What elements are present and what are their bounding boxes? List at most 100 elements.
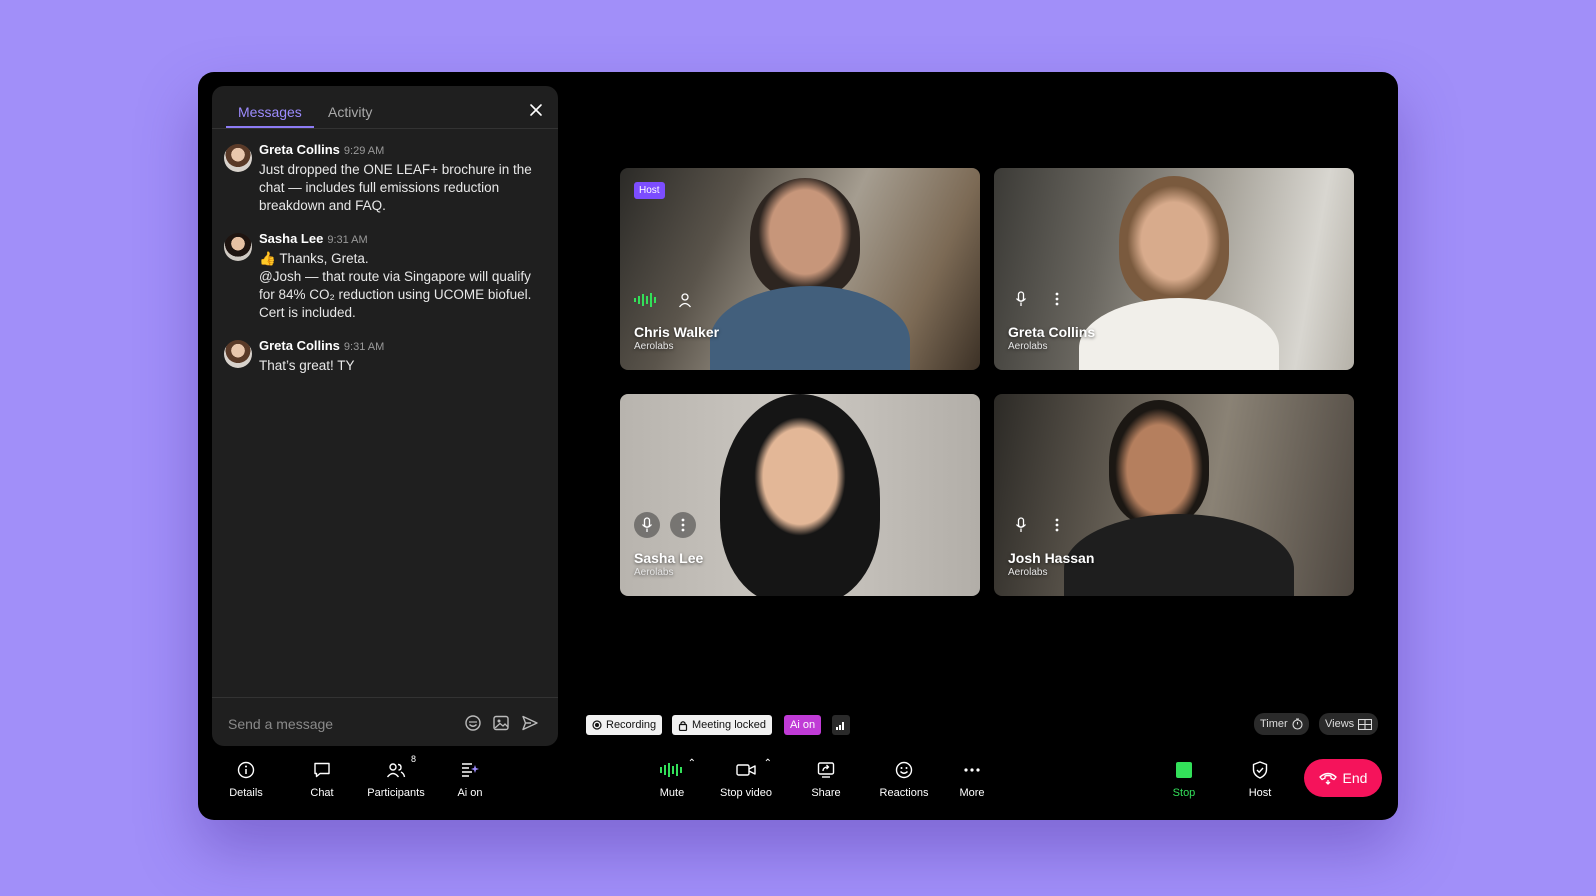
- chat-icon: [314, 762, 330, 778]
- more-vertical-icon: [1055, 292, 1059, 306]
- host-button[interactable]: Host: [1240, 760, 1280, 799]
- close-icon[interactable]: [528, 102, 544, 118]
- mic-button[interactable]: [1008, 512, 1034, 538]
- recording-label: Recording: [606, 719, 657, 731]
- active-tab-indicator: [226, 126, 314, 128]
- ai-icon: [462, 763, 479, 777]
- mic-button[interactable]: [634, 512, 660, 538]
- image-icon[interactable]: [492, 714, 510, 732]
- user-icon[interactable]: [678, 292, 692, 308]
- participants-button[interactable]: 8 Participants: [364, 754, 428, 799]
- message-time: 9:31 AM: [327, 234, 368, 246]
- participant-name: Josh Hassan: [1008, 550, 1095, 566]
- stop-label: Stop: [1172, 787, 1196, 799]
- stop-video-button[interactable]: ⌃ Stop video: [714, 758, 778, 799]
- avatar: [224, 340, 252, 368]
- participant-org: Aerolabs: [1008, 567, 1048, 578]
- more-options-button[interactable]: [670, 512, 696, 538]
- mute-label: Mute: [659, 787, 685, 799]
- tab-activity[interactable]: Activity: [328, 104, 372, 120]
- more-vertical-icon: [681, 518, 685, 532]
- signal-icon: [836, 722, 844, 730]
- ai-label: Ai on: [457, 787, 483, 799]
- participants-count: 8: [410, 754, 416, 764]
- reactions-button[interactable]: Reactions: [876, 760, 932, 799]
- audio-level-icon: [634, 293, 656, 307]
- avatar: [224, 233, 252, 261]
- participants-label: Participants: [367, 787, 425, 799]
- connection-button[interactable]: [832, 715, 850, 735]
- details-label: Details: [229, 787, 263, 799]
- tab-messages[interactable]: Messages: [238, 104, 302, 120]
- lock-icon: [678, 720, 688, 731]
- avatar: [224, 144, 252, 172]
- more-options-button[interactable]: [1044, 512, 1070, 538]
- message-time: 9:31 AM: [343, 341, 385, 353]
- record-icon: [592, 720, 602, 730]
- share-screen-icon: [817, 762, 835, 778]
- audio-level-icon: [660, 763, 682, 777]
- chevron-up-icon[interactable]: ⌃: [688, 758, 696, 769]
- reactions-label: Reactions: [879, 787, 929, 799]
- stop-icon: [1176, 762, 1192, 778]
- video-icon: [736, 764, 756, 776]
- message-text: That’s great! TY: [259, 358, 355, 373]
- mute-button[interactable]: ⌃ Mute: [652, 758, 696, 799]
- participant-org: Aerolabs: [634, 341, 674, 352]
- message-composer: [212, 697, 558, 746]
- locked-label: Meeting locked: [692, 719, 766, 731]
- send-icon[interactable]: [521, 714, 539, 732]
- message-input[interactable]: [226, 712, 450, 736]
- meeting-locked-status: Meeting locked: [672, 715, 772, 735]
- more-label: More: [959, 787, 985, 799]
- stopwatch-icon: [1292, 718, 1303, 730]
- phone-hangup-icon: [1318, 772, 1337, 785]
- more-options-button[interactable]: [1044, 286, 1070, 312]
- recording-status: Recording: [586, 715, 663, 735]
- info-icon: [237, 761, 255, 779]
- stop-recording-button[interactable]: Stop: [1164, 760, 1204, 799]
- shield-icon: [1252, 761, 1268, 779]
- message-text: Just dropped the ONE LEAF+ brochure in t…: [259, 162, 532, 213]
- participant-org: Aerolabs: [1008, 341, 1048, 352]
- participant-org: Aerolabs: [634, 567, 674, 578]
- message-author: Sasha Lee: [259, 231, 324, 246]
- smile-icon: [895, 761, 913, 779]
- stop-video-label: Stop video: [720, 787, 772, 799]
- video-tile-sasha-lee[interactable]: Sasha Lee Aerolabs: [620, 394, 980, 596]
- timer-button[interactable]: Timer: [1254, 713, 1309, 735]
- more-button[interactable]: More: [952, 760, 992, 799]
- share-label: Share: [811, 787, 841, 799]
- views-button[interactable]: Views: [1319, 713, 1379, 735]
- end-call-button[interactable]: End: [1304, 759, 1382, 797]
- video-tile-josh-hassan[interactable]: Josh Hassan Aerolabs: [994, 394, 1354, 596]
- mic-icon: [641, 517, 653, 532]
- participants-icon: [386, 763, 406, 778]
- ai-status: Ai on: [784, 715, 822, 735]
- mic-button[interactable]: [1008, 286, 1034, 312]
- share-button[interactable]: Share: [806, 760, 846, 799]
- video-tile-chris-walker[interactable]: Host Chris Walker Aerolabs: [620, 168, 980, 370]
- message-author: Greta Collins: [259, 142, 340, 157]
- more-icon: [964, 768, 980, 772]
- emoji-icon[interactable]: [464, 714, 482, 732]
- host-badge: Host: [634, 182, 665, 199]
- chevron-up-icon[interactable]: ⌃: [764, 758, 772, 769]
- grid-view-icon: [1358, 718, 1373, 730]
- more-vertical-icon: [1055, 518, 1059, 532]
- chat-button[interactable]: Chat: [302, 760, 342, 799]
- details-button[interactable]: Details: [226, 760, 266, 799]
- list-item: Greta Collins 9:29 AM Just dropped the ON…: [212, 142, 558, 215]
- video-tile-greta-collins[interactable]: Greta Collins Aerolabs: [994, 168, 1354, 370]
- mic-icon: [1015, 291, 1027, 306]
- chat-label: Chat: [310, 787, 334, 799]
- list-item: Greta Collins 9:31 AM That’s great! TY: [212, 338, 558, 375]
- mic-icon: [1015, 517, 1027, 532]
- end-label: End: [1342, 770, 1368, 786]
- views-label: Views: [1325, 718, 1355, 730]
- participant-name: Chris Walker: [634, 324, 720, 340]
- message-text: 👍 Thanks, Greta. @Josh — that route via …: [259, 251, 532, 320]
- participant-name: Greta Collins: [1008, 324, 1096, 340]
- host-label: Host: [1248, 787, 1272, 799]
- ai-button[interactable]: Ai on: [450, 760, 490, 799]
